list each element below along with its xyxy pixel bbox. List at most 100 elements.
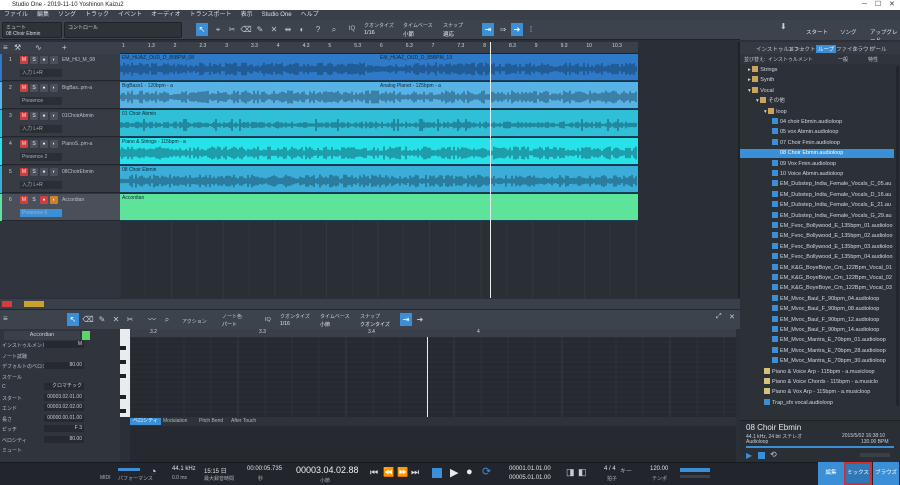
prop-value[interactable]: 00003.02.01.00 — [44, 393, 84, 401]
browser-item[interactable]: EM_Dubstep_India_Female_Vocals_G_29.au — [740, 211, 894, 221]
menu-track[interactable]: トラック — [85, 10, 109, 20]
browser-item[interactable]: EM_Mvoc_Mantra_E_70bpm_30.audioloop — [740, 357, 894, 366]
browser-item[interactable]: ▾ Vocal — [740, 86, 894, 96]
track-row[interactable]: 4 M S ● ◐ PianoS..pm-a Presence 2 — [0, 138, 120, 165]
minimize-icon[interactable]: ─ — [862, 0, 867, 10]
menu-view[interactable]: 表示 — [241, 10, 253, 20]
editor-pencil-icon[interactable]: ✎ — [96, 313, 108, 326]
editor-arrow-icon[interactable]: ↖ — [67, 313, 79, 326]
track-name[interactable]: EM_HIJ_M_08 — [62, 56, 102, 64]
monitor-button[interactable]: ◐ — [50, 196, 58, 204]
track-name[interactable]: Accordian — [62, 196, 102, 204]
loop-start[interactable]: 00001.01.01.00 — [509, 466, 551, 472]
browser-tab[interactable]: プール — [870, 45, 887, 53]
editor-zoom-icon[interactable]: ⌕ — [161, 313, 173, 326]
filter-option[interactable]: インストゥルメント — [768, 56, 813, 63]
browser-scrollbar[interactable] — [896, 66, 899, 406]
return-zero-icon[interactable]: ⏮ — [370, 467, 378, 478]
browser-item[interactable]: EM_K&G_BoyeBoye_Cm_122Bpm_Vocal_01 — [740, 263, 894, 273]
browser-item[interactable]: ▾ その他 — [740, 97, 894, 106]
track-input[interactable]: 入力 L+R — [20, 125, 62, 133]
start-page-tab[interactable]: スタート — [806, 28, 828, 36]
piano-keys[interactable] — [120, 329, 130, 417]
browser-item[interactable]: 09 Vox Fmin.audioloop — [740, 159, 894, 169]
loop-end[interactable]: 00005.01.01.00 — [509, 475, 551, 481]
velocity-tab[interactable]: Modulation — [160, 418, 190, 425]
forward-icon[interactable]: ⏩ — [397, 467, 408, 478]
track-input[interactable]: Presence — [20, 97, 62, 105]
menu-event[interactable]: イベント — [118, 10, 142, 20]
menu-studio-one[interactable]: Studio One — [262, 10, 292, 20]
browser-item[interactable]: ▾ loop — [740, 107, 894, 117]
browser-item[interactable]: EM_Dubstep_India_Female_Vocals_E_21.au — [740, 201, 894, 210]
editor-quantize-value[interactable]: 1/16 — [280, 321, 290, 327]
browser-item[interactable]: EM_Mvoc_Baul_F_90bpm_08.audioloop — [740, 305, 894, 314]
browser-item[interactable]: EM_K&G_BoyeBoye_Cm_122Bpm_Vocal_03 — [740, 284, 894, 293]
rewind-icon[interactable]: ⏪ — [383, 467, 394, 478]
filter-option[interactable]: 特性 — [868, 56, 878, 63]
menu-audio[interactable]: オーディオ — [151, 10, 181, 20]
editor-eraser-icon[interactable]: ⌫ — [82, 313, 94, 326]
monitor-button[interactable]: ◐ — [50, 140, 58, 148]
mute-tool-icon[interactable]: ✕ — [268, 23, 280, 36]
browser-item[interactable]: 08 Choir Ebmin.audioloop — [740, 149, 894, 159]
browser-item[interactable]: EM_Mvoc_Baul_F_90bpm_04.audioloop — [740, 294, 894, 304]
menu-file[interactable]: ファイル — [4, 10, 28, 20]
browser-item[interactable]: 05 vox Abmin.audioloop — [740, 128, 894, 137]
audio-clip[interactable]: BigBass1 - 120bpm - a Analog Planet - 125… — [120, 82, 638, 109]
position-display[interactable]: 00003.04.02.88 — [296, 465, 359, 475]
prop-value[interactable]: 00000.00.01.00 — [44, 414, 84, 422]
snap-value[interactable]: 適応 — [443, 30, 454, 38]
punch-icon[interactable]: ◨ — [566, 467, 575, 478]
filter-option[interactable]: 一般 — [838, 56, 848, 63]
audio-clip[interactable]: Accordian — [120, 194, 638, 221]
menu-icon[interactable]: ≡ — [3, 43, 8, 52]
record-arm-button[interactable]: ● — [40, 84, 48, 92]
browser-item[interactable]: EM_Mvoc_Baul_F_90bpm_12.audioloop — [740, 315, 894, 325]
record-arm-button[interactable]: ● — [40, 140, 48, 148]
track-row[interactable]: 6 M S ● ◐ Accordian Presence 6 — [0, 194, 120, 221]
monitor-button[interactable]: ◐ — [50, 84, 58, 92]
prop-value[interactable]: 00003.02.02.00 — [44, 404, 84, 411]
arrow-tool-icon[interactable]: ↖ — [196, 23, 208, 36]
end-icon[interactable]: ⏭ — [411, 467, 419, 478]
track-row[interactable]: 3 M S ● ◐ 01ChoirAbmin 入力 L+R — [0, 110, 120, 137]
editor-mute-icon[interactable]: ✕ — [110, 313, 122, 326]
mute-button[interactable]: M — [20, 140, 28, 148]
browser-item[interactable]: EM_Fvoc_Bollywood_E_135bpm_03.audioloo — [740, 242, 894, 252]
editor-timebase-value[interactable]: 小節 — [320, 321, 330, 328]
audio-clip[interactable]: Piano & Strings - 115bpm - a — [120, 138, 638, 165]
browser-item[interactable]: ▸ Synth — [740, 76, 894, 85]
close-icon[interactable]: ✕ — [889, 0, 895, 10]
browser-item[interactable]: Piano & Voice Chords - 115bpm - a.musicl… — [740, 378, 894, 387]
track-input[interactable]: 入力 L+R — [20, 181, 62, 189]
track-row[interactable]: 1 M S ● ◐ EM_HIJ_M_08 入力 L+R — [0, 54, 120, 81]
play-button[interactable]: ▶ — [450, 466, 458, 479]
velocity-tab[interactable]: Pitch Bend — [196, 418, 226, 425]
editor-close-icon[interactable]: ✕ — [729, 313, 735, 321]
track-input[interactable]: 入力 L+R — [20, 69, 62, 77]
record-arm-button[interactable]: ● — [40, 168, 48, 176]
listen-tool-icon[interactable]: ◐ — [296, 23, 308, 36]
master-volume[interactable] — [680, 475, 710, 478]
preview-volume[interactable] — [860, 453, 890, 457]
menu-transport[interactable]: トランスポート — [190, 10, 232, 20]
browser-item[interactable]: EM_K&G_BoyeBoye_Cm_122Bpm_Vocal_02 — [740, 274, 894, 283]
playhead[interactable] — [490, 42, 491, 298]
tempo-value[interactable]: 120.00 — [650, 466, 668, 472]
monitor-button[interactable]: ◐ — [50, 168, 58, 176]
browser-item[interactable]: EM_Fvoc_Bollywood_E_135bpm_04.audioloo — [740, 253, 894, 262]
browser-item[interactable]: EM_Fvoc_Bollywood_E_135bpm_01.audioloo — [740, 222, 894, 231]
editor-line-icon[interactable]: 〰 — [146, 313, 158, 326]
black-key[interactable] — [120, 360, 126, 364]
editor-snap-icon[interactable]: ⇥ — [400, 313, 412, 326]
browser-item[interactable]: EM_Dubstep_India_Female_Vocals_D_16.au — [740, 190, 894, 200]
pencil-tool-icon[interactable]: ✎ — [254, 23, 266, 36]
menu-help[interactable]: ヘルプ — [301, 10, 319, 20]
eraser-tool-icon[interactable]: ⌫ — [240, 23, 252, 36]
mute-button[interactable]: M — [20, 168, 28, 176]
snap-toggle-icon[interactable]: ⇥ — [482, 23, 494, 36]
preview-stop-icon[interactable] — [758, 452, 765, 459]
mute-button[interactable]: M — [20, 196, 28, 204]
split-tool-icon[interactable]: ✂ — [226, 23, 238, 36]
